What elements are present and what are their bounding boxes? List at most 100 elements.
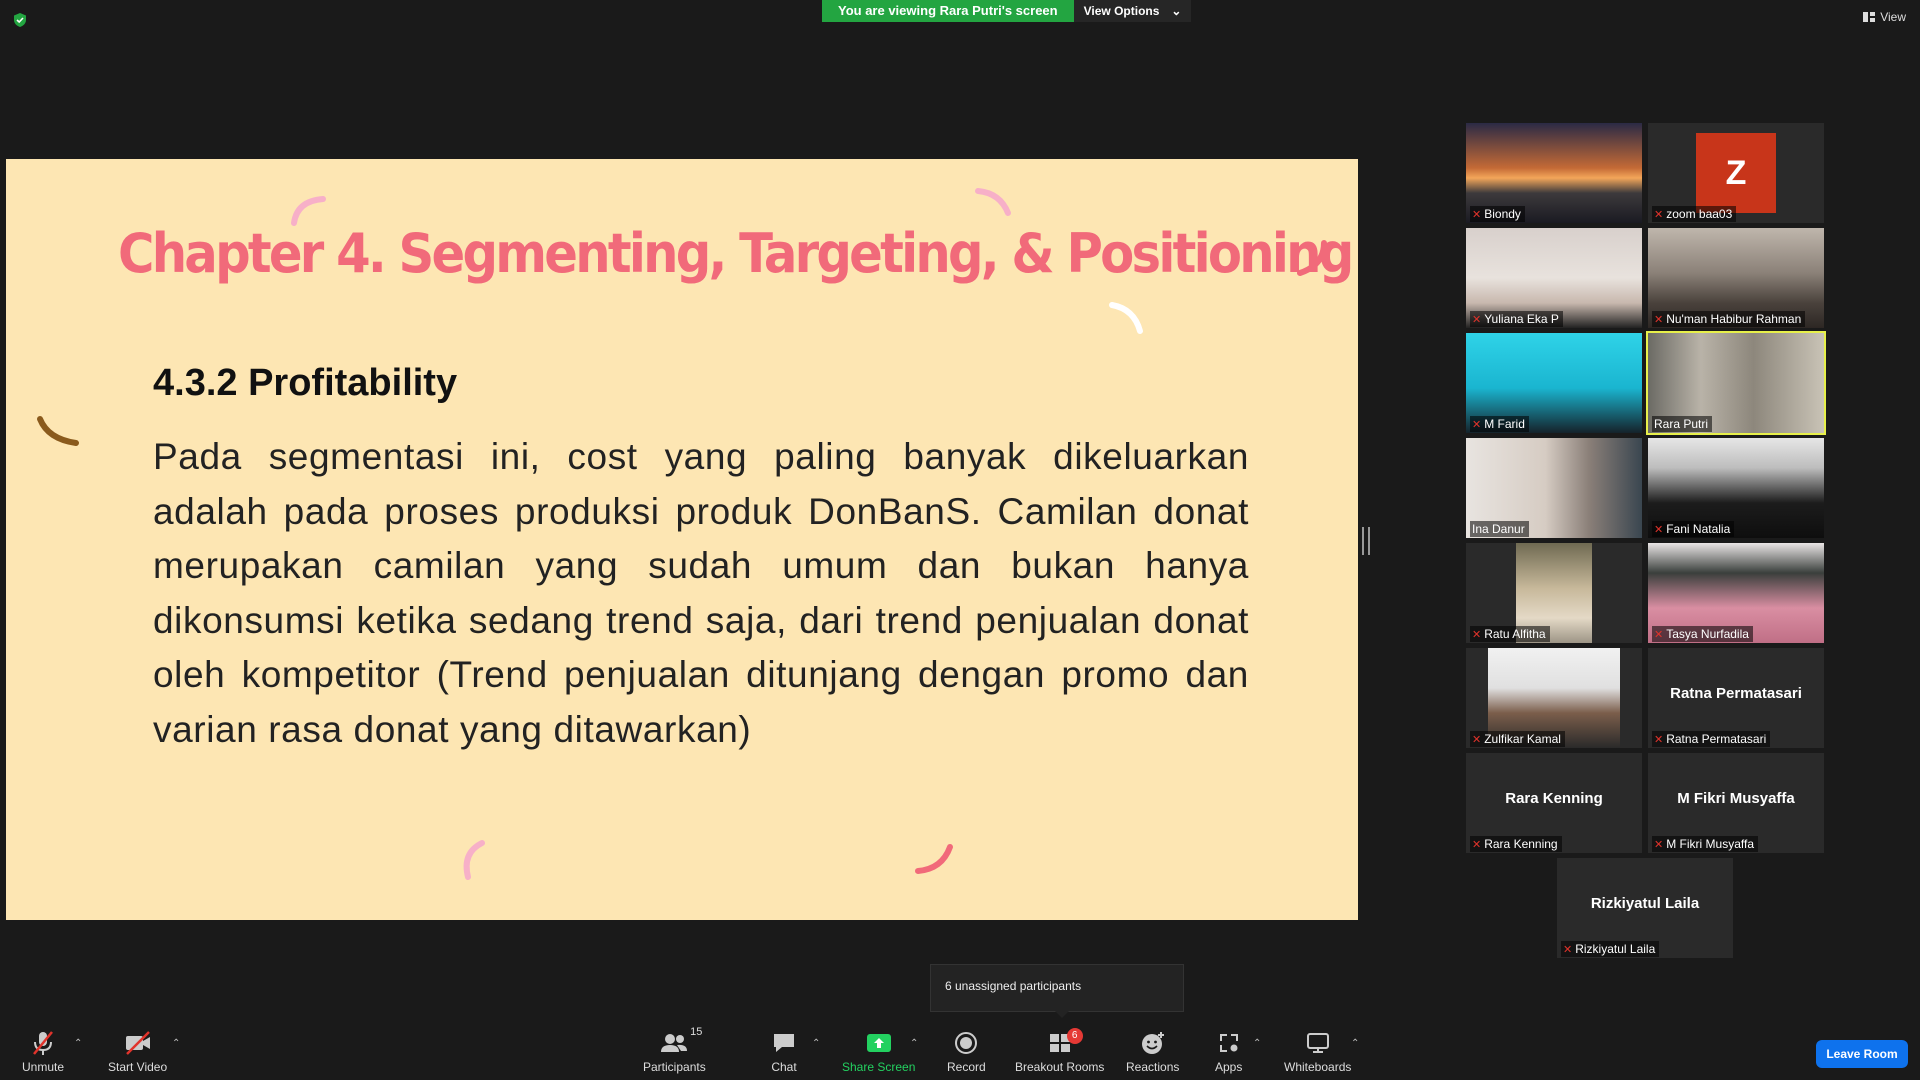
participant-name: Nu'man Habibur Rahman [1666,312,1802,326]
participant-name: M Farid [1484,417,1525,431]
mic-muted-icon: ✕ [1654,208,1664,221]
participant-tile[interactable]: Z ✕ zoom baa03 [1648,123,1824,223]
participant-tile[interactable]: ✕ M Farid [1466,333,1642,433]
mic-muted-icon: ✕ [1472,418,1482,431]
apps-label: Apps [1215,1060,1243,1074]
participant-label: ✕ Rizkiyatul Laila [1561,941,1660,957]
whiteboards-button[interactable]: Whiteboards [1284,1030,1351,1074]
participant-tile[interactable]: Rizkiyatul Laila ✕ Rizkiyatul Laila [1557,858,1733,958]
apps-button[interactable]: Apps [1215,1030,1242,1074]
record-button[interactable]: Record [947,1030,986,1074]
chat-button[interactable]: Chat [771,1030,797,1074]
participant-label: ✕ Tasya Nurfadila [1652,626,1753,642]
decorative-arc [463,840,485,880]
participants-icon [661,1034,688,1052]
whiteboard-icon [1306,1033,1329,1053]
record-icon [955,1032,978,1054]
participant-tile[interactable]: M Fikri Musyaffa ✕ M Fikri Musyaffa [1648,753,1824,853]
participants-label: Participants [643,1060,706,1074]
mic-muted-icon: ✕ [1654,628,1664,641]
avatar: Z [1696,133,1776,213]
mic-muted-icon: ✕ [1472,313,1482,326]
mic-muted-icon: ✕ [1654,313,1664,326]
participant-name: Rizkiyatul Laila [1575,942,1656,956]
participant-tile[interactable]: Rara Kenning ✕ Rara Kenning [1466,753,1642,853]
participant-tile[interactable]: ✕ Tasya Nurfadila [1648,543,1824,643]
participant-tile-active-speaker[interactable]: Rara Putri [1646,331,1826,435]
audio-options-caret[interactable]: ⌃ [74,1038,82,1049]
chat-label: Chat [771,1060,797,1074]
mic-muted-icon: ✕ [1472,208,1482,221]
participant-display-name: M Fikri Musyaffa [1677,790,1795,807]
decorative-arc [1109,302,1143,334]
participant-display-name: Rara Kenning [1505,790,1603,807]
unmute-button[interactable]: Unmute [22,1030,64,1074]
view-options-label: View Options [1083,4,1160,18]
participant-label: ✕ M Farid [1470,416,1529,432]
share-screen-label: Share Screen [842,1060,916,1074]
participant-name: M Fikri Musyaffa [1666,837,1755,851]
participant-tile[interactable]: ✕ Nu'man Habibur Rahman [1648,228,1824,328]
mic-muted-icon: ✕ [1654,523,1664,536]
view-button-label: View [1880,10,1906,24]
whiteboard-options-caret[interactable]: ⌃ [1351,1038,1359,1049]
decorative-arc [915,844,953,874]
mic-muted-icon: ✕ [1654,838,1664,851]
participant-label: Ina Danur [1470,521,1529,537]
viewing-banner: You are viewing Rara Putri's screen [822,0,1074,22]
participant-tile[interactable]: ✕ Fani Natalia [1648,438,1824,538]
participant-tile[interactable]: ✕ Biondy [1466,123,1642,223]
participant-name: Ina Danur [1472,522,1525,536]
panel-resize-handle[interactable] [1362,527,1370,555]
mic-off-icon [33,1031,53,1055]
security-shield-icon[interactable] [12,12,28,28]
video-off-icon [125,1031,150,1055]
participant-tile[interactable]: ✕ Ratu Alfitha [1466,543,1642,643]
participant-name: Ratu Alfitha [1484,627,1546,641]
participant-name: Rara Putri [1654,417,1709,431]
screen-share-banner: You are viewing Rara Putri's screen View… [822,0,1192,22]
participant-tile[interactable]: Ratna Permatasari ✕ Ratna Permatasari [1648,648,1824,748]
participant-name: Biondy [1484,207,1521,221]
breakout-rooms-button[interactable]: 6 Breakout Rooms [1015,1028,1105,1074]
participant-name: Fani Natalia [1666,522,1731,536]
participant-tile[interactable]: Ina Danur [1466,438,1642,538]
participant-label: ✕ Yuliana Eka P [1470,311,1563,327]
chevron-down-icon: ⌄ [1171,4,1182,18]
reactions-button[interactable]: Reactions [1126,1030,1179,1074]
participant-label: ✕ Rara Kenning [1470,836,1562,852]
slide-body-text: Pada segmentasi ini, cost yang paling ba… [153,436,1249,750]
breakout-tooltip: 6 unassigned participants [930,964,1184,1018]
share-screen-icon [866,1034,891,1052]
whiteboards-label: Whiteboards [1284,1060,1352,1074]
video-options-caret[interactable]: ⌃ [172,1038,180,1049]
participant-label: ✕ Nu'man Habibur Rahman [1652,311,1806,327]
participant-tile[interactable]: ✕ Yuliana Eka P [1466,228,1642,328]
breakout-rooms-label: Breakout Rooms [1015,1060,1105,1074]
participant-display-name: Ratna Permatasari [1670,685,1802,702]
decorative-arc [37,416,79,446]
mic-muted-icon: ✕ [1472,628,1482,641]
share-screen-button[interactable]: Share Screen [842,1030,915,1074]
participant-tile[interactable]: ✕ Zulfikar Kamal [1466,648,1642,748]
grid-view-icon [1863,12,1876,22]
start-video-button[interactable]: Start Video [108,1030,167,1074]
mic-muted-icon: ✕ [1472,838,1482,851]
share-options-caret[interactable]: ⌃ [910,1038,918,1049]
chat-options-caret[interactable]: ⌃ [812,1038,820,1049]
apps-options-caret[interactable]: ⌃ [1253,1038,1261,1049]
leave-room-button[interactable]: Leave Room [1816,1040,1908,1068]
participant-name: Rara Kenning [1484,837,1558,851]
unmute-label: Unmute [22,1060,65,1074]
view-button[interactable]: View [1863,10,1906,24]
slide-title: Chapter 4. Segmenting, Targeting, & Posi… [118,222,1354,285]
participants-button[interactable]: 15 Participants [643,1026,706,1074]
decorative-arc [975,188,1011,216]
view-options-button[interactable]: View Options ⌄ [1073,0,1192,22]
participant-label: Rara Putri [1652,416,1713,432]
reactions-icon [1141,1032,1164,1054]
participant-label: ✕ M Fikri Musyaffa [1652,836,1759,852]
participant-name: zoom baa03 [1666,207,1733,221]
participant-name: Yuliana Eka P [1484,312,1559,326]
participant-label: ✕ Biondy [1470,206,1525,222]
